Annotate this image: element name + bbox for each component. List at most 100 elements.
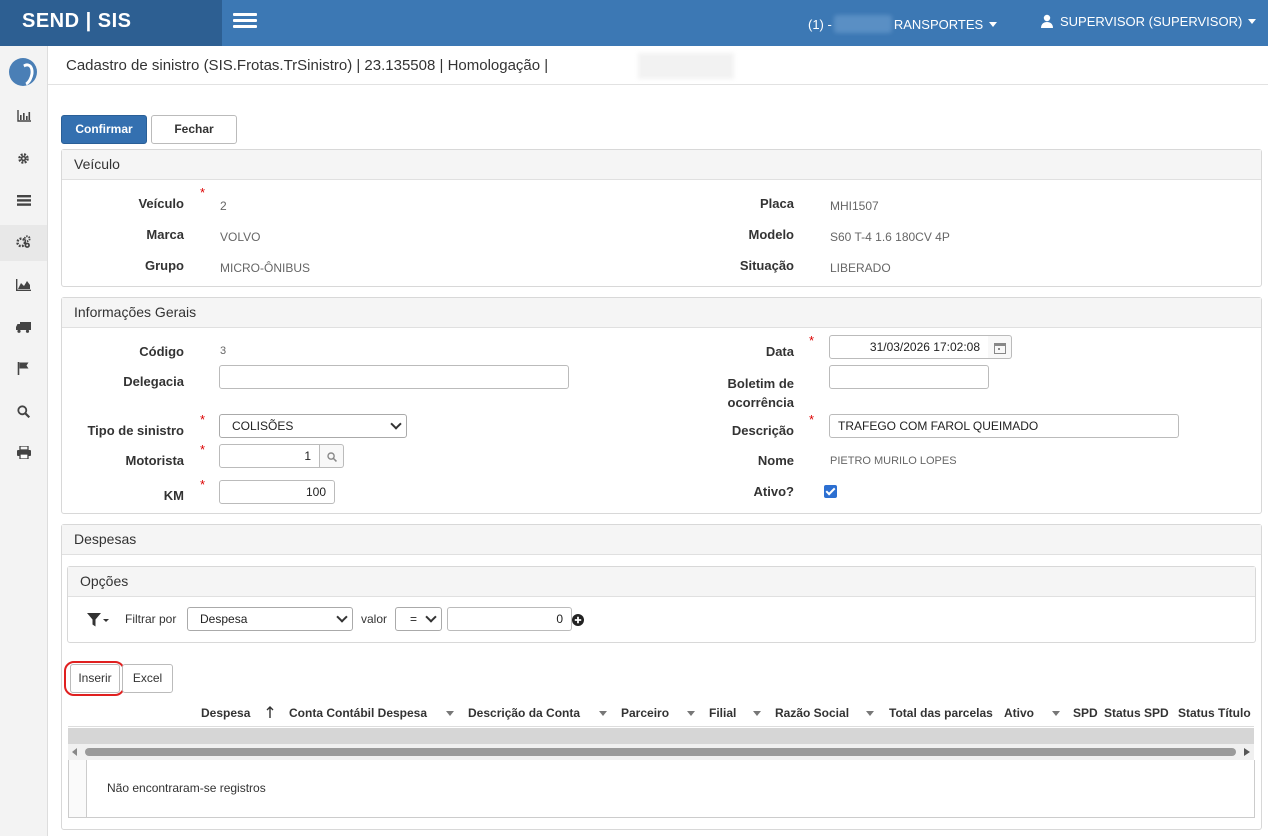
search-icon: [327, 452, 337, 462]
filter-value-input[interactable]: 0: [447, 607, 572, 631]
filter-field-value: Despesa: [200, 612, 248, 626]
caret-down-icon: [1248, 19, 1257, 24]
gear-icon[interactable]: [0, 142, 47, 178]
marca-value: VOLVO: [220, 230, 261, 244]
col-razao-social[interactable]: Razão Social: [775, 706, 849, 720]
grupo-label: Grupo: [145, 258, 184, 273]
situacao-value: LIBERADO: [830, 261, 891, 275]
menu-toggle-icon[interactable]: [233, 13, 257, 31]
scrollbar-thumb[interactable]: [85, 748, 1236, 756]
descricao-label: Descrição: [731, 423, 794, 438]
excel-button[interactable]: Excel: [122, 664, 173, 693]
modelo-value: S60 T-4 1.6 180CV 4P: [830, 230, 950, 244]
boletim-label: Boletim de ocorrência: [690, 374, 794, 412]
user-menu[interactable]: SUPERVISOR (SUPERVISOR): [1040, 14, 1257, 29]
app-logo-icon[interactable]: [9, 58, 37, 86]
sort-icon[interactable]: [753, 711, 761, 716]
sort-icon[interactable]: [446, 711, 454, 716]
tipo-sinistro-label: Tipo de sinistro: [87, 423, 184, 438]
company-selector[interactable]: (1) - RANSPORTES: [808, 15, 998, 33]
search-icon[interactable]: [0, 395, 47, 431]
tipo-sinistro-value: COLISÕES: [232, 419, 294, 433]
operator-value: =: [410, 612, 418, 626]
grid-gutter: [68, 760, 86, 818]
marca-label: Marca: [146, 227, 184, 242]
print-icon[interactable]: [0, 436, 47, 472]
flag-icon[interactable]: [0, 352, 47, 388]
chart-bar-icon[interactable]: [0, 99, 47, 135]
required-marker: *: [200, 477, 206, 492]
gears-icon[interactable]: [0, 225, 47, 261]
calendar-button[interactable]: [988, 335, 1012, 359]
required-marker: *: [200, 185, 206, 200]
required-marker: *: [809, 333, 815, 348]
ativo-label: Ativo?: [753, 484, 794, 499]
sort-asc-icon[interactable]: [266, 706, 274, 718]
operator-select[interactable]: =: [395, 607, 442, 631]
despesas-panel-title: Despesas: [62, 525, 1261, 555]
col-ativo[interactable]: Ativo: [1004, 706, 1034, 720]
user-name: SUPERVISOR (SUPERVISOR): [1060, 14, 1243, 29]
descricao-input[interactable]: TRAFEGO COM FAROL QUEIMADO: [829, 414, 1179, 438]
col-filial[interactable]: Filial: [709, 706, 736, 720]
col-parceiro[interactable]: Parceiro: [621, 706, 669, 720]
filter-icon[interactable]: [87, 612, 111, 628]
close-button[interactable]: Fechar: [151, 115, 237, 144]
confirm-button[interactable]: Confirmar: [61, 115, 147, 144]
scroll-left-icon[interactable]: [72, 748, 78, 756]
add-filter-icon[interactable]: [572, 614, 584, 626]
brand-logo[interactable]: SEND | SIS: [0, 0, 222, 46]
delegacia-input[interactable]: [219, 365, 569, 389]
col-spd[interactable]: SPD: [1073, 706, 1098, 720]
caret-down-icon: [989, 22, 998, 27]
grid-body: Não encontraram-se registros: [86, 760, 1255, 818]
tipo-sinistro-select[interactable]: COLISÕES: [219, 414, 407, 438]
motorista-input[interactable]: 1: [219, 444, 320, 468]
grid-filter-row: [68, 728, 1254, 744]
empty-message: Não encontraram-se registros: [107, 781, 266, 795]
motorista-label: Motorista: [125, 453, 185, 468]
ativo-checkbox[interactable]: [824, 485, 837, 498]
grid-header: Despesa Conta Contábil Despesa Descrição…: [68, 698, 1254, 727]
col-status-spd[interactable]: Status SPD: [1104, 706, 1169, 720]
scroll-right-icon[interactable]: [1244, 748, 1250, 756]
sort-icon[interactable]: [599, 711, 607, 716]
km-label: KM: [163, 488, 184, 503]
col-descricao-conta[interactable]: Descrição da Conta: [468, 706, 580, 720]
insert-button[interactable]: Inserir: [70, 664, 120, 693]
motorista-search-button[interactable]: [320, 444, 344, 468]
area-chart-icon[interactable]: [0, 268, 47, 304]
col-despesa[interactable]: Despesa: [201, 706, 250, 720]
col-total-parcelas[interactable]: Total das parcelas: [889, 706, 993, 720]
data-label: Data: [765, 344, 794, 359]
list-icon[interactable]: [0, 183, 47, 219]
sidebar: [0, 46, 48, 836]
required-marker: *: [200, 412, 206, 427]
date-input[interactable]: 31/03/2026 17:02:08: [829, 335, 989, 359]
veiculo-value: 2: [220, 199, 227, 213]
filter-field-select[interactable]: Despesa: [187, 607, 353, 631]
company-suffix: RANSPORTES: [893, 17, 984, 32]
grupo-value: MICRO-ÔNIBUS: [220, 261, 310, 275]
sort-icon[interactable]: [687, 711, 695, 716]
chevron-down-icon: [425, 611, 437, 623]
veiculo-label: Veículo: [138, 196, 184, 211]
horizontal-scrollbar[interactable]: [68, 744, 1254, 760]
chevron-down-icon: [336, 611, 348, 623]
valor-label: valor: [361, 612, 388, 626]
required-marker: *: [809, 412, 815, 427]
codigo-value: 3: [220, 345, 227, 357]
sort-icon[interactable]: [1052, 711, 1060, 716]
sort-icon[interactable]: [866, 711, 874, 716]
page-header: Cadastro de sinistro (SIS.Frotas.TrSinis…: [48, 48, 1268, 85]
user-icon: [1041, 14, 1053, 28]
truck-icon[interactable]: [0, 310, 47, 346]
required-marker: *: [200, 442, 206, 457]
company-prefix: (1) -: [808, 17, 832, 32]
page-title: Cadastro de sinistro (SIS.Frotas.TrSinis…: [66, 57, 549, 74]
col-status-titulo[interactable]: Status Título: [1178, 706, 1251, 720]
boletim-label-line1: Boletim de: [727, 376, 794, 391]
boletim-input[interactable]: [829, 365, 989, 389]
col-conta-contabil[interactable]: Conta Contábil Despesa: [289, 706, 427, 720]
km-input[interactable]: 100: [219, 480, 335, 504]
